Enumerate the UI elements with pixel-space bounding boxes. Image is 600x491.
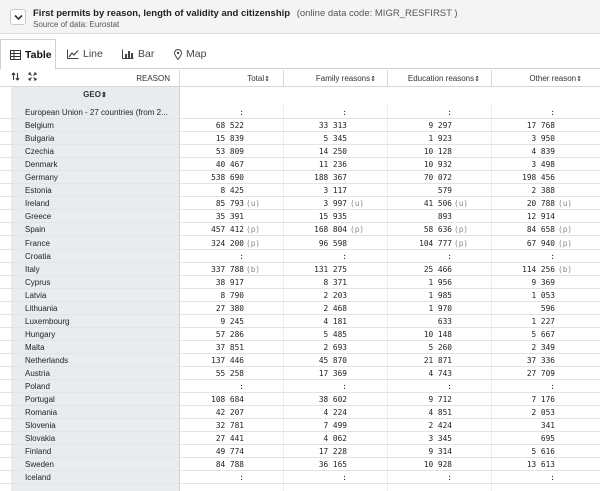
table-row: Belgium 68 522 33 313 9 297 17 768 <box>0 119 600 133</box>
col-header-total[interactable]: Total⇕ <box>180 70 270 87</box>
data-table: REASON Total⇕ Family reasons⇕ Education … <box>0 70 600 491</box>
dataset-title: First permits by reason, length of valid… <box>33 8 291 19</box>
expand-icon[interactable] <box>28 70 37 87</box>
tab-map[interactable]: Map <box>166 39 218 69</box>
table-row: Sweden 84 788 36 165 10 928 13 613 <box>0 458 600 472</box>
col-header-other-label: Other reason <box>529 74 577 83</box>
table-row: Lithuania 27 380 2 468 1 970 596 <box>0 302 600 315</box>
table-row: Spain 457 412 (p) 168 804 (p) 58 636 (p) 84 658… <box>0 223 600 237</box>
table-row: Greece 35 391 15 935 893 12 914 <box>0 210 600 224</box>
tab-line-label: Line <box>83 48 103 60</box>
tab-table-label: Table <box>25 49 52 61</box>
col-header-total-label: Total <box>247 74 265 83</box>
dataset-title-line: First permits by reason, length of valid… <box>33 8 458 19</box>
sort-icon[interactable]: ⇕ <box>101 92 107 99</box>
tab-table[interactable]: Table <box>0 39 56 70</box>
table-row: Slovenia 32 781 7 499 2 424 341 <box>0 419 600 433</box>
dimension-label: REASON <box>136 74 170 83</box>
table-row: Malta 37 851 2 693 5 260 2 349 <box>0 341 600 354</box>
table-row: Austria 55 258 17 369 4 743 27 709 <box>0 367 600 380</box>
tab-line[interactable]: Line <box>58 39 116 69</box>
table-row: Slovakia 27 441 4 062 3 345 695 <box>0 432 600 446</box>
table-row: Poland:::: <box>0 380 600 394</box>
table-row: France 324 200 (p) 96 598 104 777 (p) 67 940 (p… <box>0 237 600 250</box>
table-row: European Union - 27 countries (from 2...… <box>0 106 600 119</box>
map-pin-icon <box>174 49 182 60</box>
chevron-down-icon <box>14 14 23 21</box>
geo-header-label: GEO <box>83 90 101 99</box>
sort-icon[interactable]: ⇕ <box>264 76 270 83</box>
table-row: Ireland 85 793 (u) 3 997 (u) 41 506 (u) 20 788(… <box>0 197 600 211</box>
table-row: Iceland:::: <box>0 471 600 485</box>
table-row: Luxembourg 9 245 4 181 633 1 227 <box>0 315 600 328</box>
sort-icon[interactable]: ⇕ <box>576 76 582 83</box>
line-chart-icon <box>67 49 79 59</box>
collapse-button[interactable] <box>10 9 26 25</box>
table-row: Netherlands 137 446 45 870 21 871 37 336 <box>0 354 600 367</box>
table-row: Denmark 40 467 11 236 10 932 3 498 <box>0 158 600 172</box>
column-header-row: REASON Total⇕ Family reasons⇕ Education … <box>0 70 600 87</box>
col-header-family[interactable]: Family reasons⇕ <box>284 70 376 87</box>
dataset-code: (online data code: MIGR_RESFIRST ) <box>296 8 458 19</box>
col-header-education-label: Education reasons <box>407 74 475 83</box>
col-header-education[interactable]: Education reasons⇕ <box>388 70 480 87</box>
table-row: Portugal 108 684 38 602 9 712 7 176 <box>0 393 600 407</box>
table-row: Finland 49 774 17 228 9 314 5 616 <box>0 445 600 459</box>
col-header-family-label: Family reasons <box>315 74 371 83</box>
sort-icon[interactable]: ⇕ <box>370 76 376 83</box>
table-row: Bulgaria 15 839 5 345 1 923 3 950 <box>0 132 600 146</box>
table-row: Cyprus 38 917 8 371 1 956 9 369 <box>0 276 600 289</box>
tab-bar-label: Bar <box>138 48 155 60</box>
table-row: Romania 42 207 4 224 4 851 2 053 <box>0 406 600 420</box>
table-row: Czechia 53 809 14 250 10 128 4 839 <box>0 145 600 159</box>
data-source: Source of data: Eurostat <box>33 20 120 29</box>
tab-map-label: Map <box>186 48 207 60</box>
table-row: Estonia 8 425 3 117 579 2 388 <box>0 184 600 198</box>
swap-axes-icon[interactable] <box>11 70 20 87</box>
col-header-other[interactable]: Other reason⇕ <box>492 70 582 87</box>
sort-icon[interactable]: ⇕ <box>474 76 480 83</box>
table-icon <box>10 50 21 60</box>
table-row: Italy 337 788 (b) 131 275 25 466 114 256 (b) <box>0 263 600 276</box>
table-row: Hungary 57 286 5 485 10 148 5 667 <box>0 328 600 341</box>
tab-bar[interactable]: Bar <box>116 39 166 69</box>
table-row: Croatia:::: <box>0 250 600 263</box>
table-row: Latvia 8 790 2 203 1 985 1 053 <box>0 289 600 302</box>
bar-chart-icon <box>122 49 134 59</box>
table-row: Germany 538 690 188 367 70 072 198 456 <box>0 171 600 185</box>
geo-header-row: GEO⇕ <box>0 87 600 103</box>
title-bar: First permits by reason, length of valid… <box>0 0 600 34</box>
view-tabs: Table Line Bar Map <box>0 39 600 70</box>
geo-header[interactable]: GEO⇕ <box>11 87 179 103</box>
